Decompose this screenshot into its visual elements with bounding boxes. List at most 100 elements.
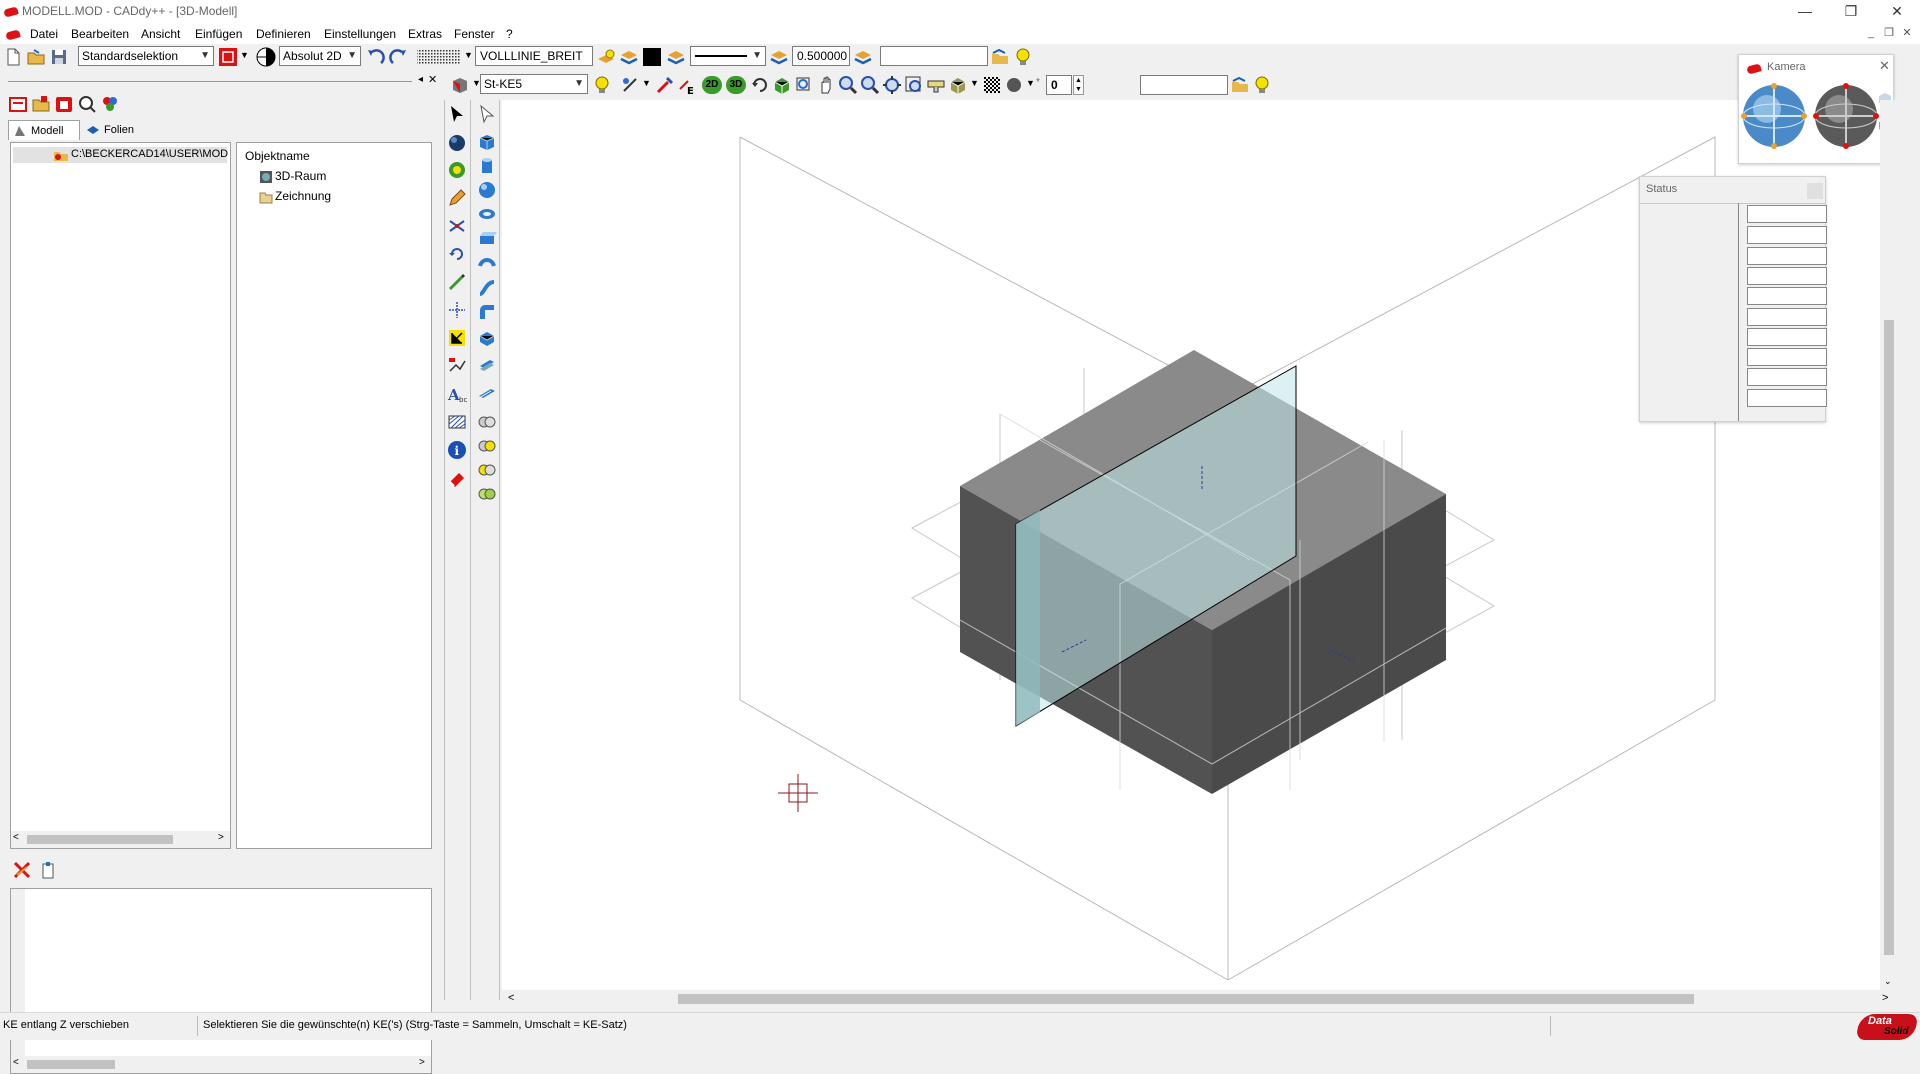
hatch-icon[interactable] [982,75,1002,95]
scroll-thumb[interactable] [27,1060,115,1069]
element-type-select[interactable]: St-KE5 ▼ [480,74,588,94]
scroll-right-icon[interactable]: > [1882,992,1888,1004]
zoom-window-icon[interactable] [794,75,814,95]
cuboid-icon[interactable] [477,132,497,152]
boolean-subtract-icon[interactable] [477,436,497,456]
minimize-button[interactable]: — [1782,0,1828,24]
cylinder-icon[interactable] [477,156,497,176]
sphere-icon[interactable] [477,180,497,200]
orbit-globe-dark-icon[interactable] [1813,83,1879,149]
boolean-green-icon[interactable] [477,484,497,504]
boolean-intersect-icon[interactable] [477,460,497,480]
line-width-field[interactable]: 0.500000 [792,46,850,66]
extrude-icon[interactable] [477,228,497,248]
restore-button[interactable]: ❐ [1828,0,1874,24]
line-type-field[interactable]: VOLLLINIE_BREIT [475,46,593,66]
hscroll-thumb[interactable] [678,994,1694,1004]
layer-stack-icon[interactable] [666,47,686,67]
clipboard-icon[interactable] [38,860,58,880]
viewport-hscroll[interactable]: < > [502,990,1898,1008]
mdi-close-icon[interactable]: ✕ [1900,26,1914,40]
scroll-thumb[interactable] [27,835,173,844]
rotate-view-icon[interactable] [750,75,770,95]
layer-stack-icon[interactable] [619,47,639,67]
fillet-icon[interactable] [477,302,497,322]
menu-bearbeiten[interactable]: Bearbeiten [71,27,129,41]
menu-datei[interactable]: Datei [30,27,58,41]
lightbulb-icon[interactable] [1252,75,1272,95]
edge-icon[interactable]: E [677,75,697,95]
search-model-icon[interactable] [77,94,97,114]
dropdown-arrow-icon[interactable]: ▼ [464,50,473,60]
view-3d-button[interactable]: 3D [726,76,746,94]
draw-line-icon[interactable] [447,272,467,292]
delete-model-icon[interactable] [54,94,74,114]
line-style-select[interactable]: ▼ [690,46,766,66]
menu-einstellungen[interactable]: Einstellungen [324,27,396,41]
undo-icon[interactable] [365,47,385,67]
pan-hand-icon[interactable] [816,75,836,95]
solid-sphere-icon[interactable] [447,132,467,152]
redo-icon[interactable] [389,47,409,67]
menu-fenster[interactable]: Fenster [454,27,495,41]
lightbulb-icon[interactable] [1013,47,1033,67]
coordinate-mode-select[interactable]: Absolut 2D ▼ [279,46,361,66]
ruler-icon[interactable] [926,75,946,95]
layer-tool-icon[interactable] [447,160,467,180]
dropdown-arrow-icon[interactable]: ▼ [1026,78,1035,88]
axis-icon[interactable] [447,300,467,320]
coordinate-icon[interactable] [256,47,276,67]
select-3d-arrow-icon[interactable] [477,104,497,124]
shade-cube-icon[interactable] [948,75,968,95]
render-sphere-icon[interactable] [1004,75,1024,95]
hatching-icon[interactable] [447,412,467,432]
view-2d-button[interactable]: 2D [702,76,722,94]
color-swatch[interactable] [643,48,661,66]
folder-layer-icon[interactable] [1230,75,1250,95]
new-file-icon[interactable] [3,47,23,67]
viewport-vscroll[interactable]: ⌄ [1880,100,1898,990]
dropdown-arrow-icon[interactable]: ▼ [642,78,651,88]
zoom-in-icon[interactable] [838,75,858,95]
transform-icon[interactable] [447,216,467,236]
spin-buttons[interactable]: ▲ ▼ [1073,75,1084,95]
rotate-tool-icon[interactable] [447,244,467,264]
document-icon[interactable] [5,29,21,41]
3d-viewport[interactable]: Kamera ✕ Status ⌄ [502,54,1898,990]
torus-icon[interactable] [477,204,497,224]
menu-definieren[interactable]: Definieren [256,27,311,41]
open-folder-icon[interactable] [26,47,46,67]
panel-close-icon[interactable]: ✕ [428,73,437,86]
mdi-minimize-icon[interactable]: _ [1864,26,1878,40]
scroll-left-icon[interactable]: < [13,832,19,843]
pencil-icon[interactable] [447,188,467,208]
scroll-right-icon[interactable]: > [419,1057,425,1068]
revolve-icon[interactable] [477,254,497,274]
eraser-icon[interactable] [447,468,467,488]
element-type-icon[interactable] [450,75,470,95]
text-icon[interactable]: Abc [447,384,467,404]
colors-icon[interactable] [100,94,120,114]
scroll-right-icon[interactable]: > [218,832,224,843]
info-icon[interactable]: i [447,440,467,460]
path-row[interactable]: C:\BECKERCAD14\USER\MOD [13,147,228,163]
chamfer-icon[interactable] [477,328,497,348]
pick-icon[interactable] [655,75,675,95]
slice-icon[interactable] [477,356,497,376]
dropdown-arrow-icon[interactable]: ▼ [240,50,249,60]
save-icon[interactable] [49,47,69,67]
select-arrow-icon[interactable] [447,104,467,124]
tab-modell[interactable]: Modell [8,120,80,140]
panel-pin-icon[interactable]: ◂ [418,74,423,85]
scroll-down-icon[interactable]: ⌄ [1884,976,1892,987]
dropdown-arrow-icon[interactable]: ▼ [970,78,979,88]
vscroll-thumb[interactable] [1884,320,1894,955]
scroll-left-icon[interactable]: < [508,992,514,1004]
model-properties-icon[interactable] [8,94,28,114]
snap-icon[interactable] [620,75,640,95]
folder-open-icon[interactable] [31,94,51,114]
zoom-out-icon[interactable] [860,75,880,95]
select-rectangle-icon[interactable] [218,47,238,67]
sweep-icon[interactable] [477,278,497,298]
layer-stack-icon[interactable] [853,47,873,67]
